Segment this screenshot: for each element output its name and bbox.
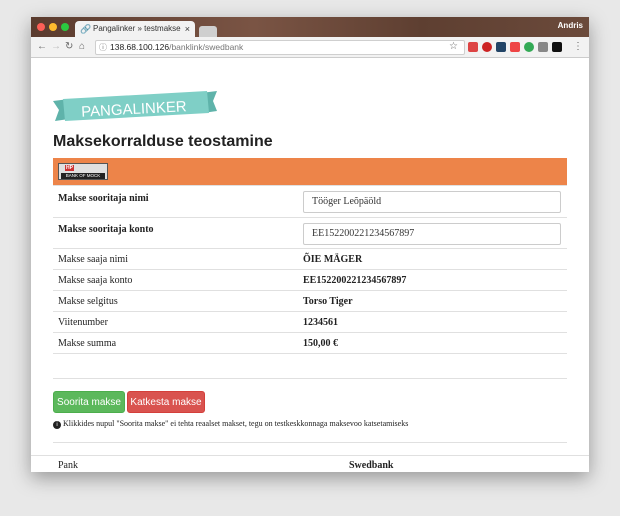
detail-value: 150,00 € (303, 338, 338, 349)
detail-row: Makse selgitus Torso Tiger (53, 290, 567, 311)
detail-row: Viitenumber 1234561 (53, 311, 567, 332)
tab-title: Pangalinker » testmakse (93, 24, 181, 33)
extension-green-icon[interactable] (524, 42, 534, 52)
maximize-window-button[interactable] (61, 23, 69, 31)
bank-value: Swedbank (349, 460, 394, 471)
detail-value: Torso Tiger (303, 296, 353, 307)
divider (53, 442, 567, 443)
reload-icon[interactable]: ↻ (65, 41, 73, 53)
browser-tab[interactable]: 🔗 Pangalinker » testmakse × (75, 21, 195, 37)
forward-arrow-icon[interactable]: → (51, 41, 61, 53)
payer-name-input[interactable]: Tööger Leõpäöld (303, 191, 561, 213)
bank-info-row: Pank Swedbank (31, 455, 589, 472)
payer-name-row: Makse sooritaja nimi Tööger Leõpäöld (53, 185, 567, 217)
info-circle-icon: i (53, 421, 61, 429)
info-icon[interactable]: ⓘ (99, 41, 107, 54)
detail-value: 1234561 (303, 317, 338, 328)
detail-label: Makse selgitus (58, 296, 118, 307)
extension-dark-icon[interactable] (552, 42, 562, 52)
home-icon[interactable]: ⌂ (79, 41, 85, 53)
url-host: 138.68.100.126 (110, 42, 170, 52)
browser-toolbar: ← → ↻ ⌂ ⓘ 138.68.100.126/banklink/swedba… (31, 37, 589, 58)
divider (53, 378, 567, 379)
minimize-window-button[interactable] (49, 23, 57, 31)
extension-ublock-icon[interactable] (482, 42, 492, 52)
bookmark-star-icon[interactable]: ☆ (449, 41, 458, 53)
profile-name[interactable]: Andris (558, 21, 583, 30)
detail-label: Viitenumber (58, 317, 108, 328)
cancel-payment-button[interactable]: Katkesta makse (127, 391, 205, 413)
pangalinker-logo: PANGALINKER (53, 91, 217, 121)
detail-row: Makse summa 150,00 € (53, 332, 567, 353)
bank-logo-top: HP (65, 165, 74, 171)
detail-value: EE152200221234567897 (303, 275, 407, 286)
close-tab-icon[interactable]: × (185, 21, 190, 37)
bank-logo: HP BANK OF MOCK (58, 163, 108, 180)
new-tab-button[interactable] (199, 26, 217, 37)
info-note: i Klikkides nupul "Soorita makse" ei teh… (53, 419, 408, 429)
close-window-button[interactable] (37, 23, 45, 31)
extension-tool-icon[interactable] (496, 42, 506, 52)
extension-shield-icon[interactable] (510, 42, 520, 52)
title-bar: 🔗 Pangalinker » testmakse × Andris (31, 17, 589, 37)
url-path: /banklink/swedbank (169, 42, 244, 52)
detail-label: Makse saaja konto (58, 275, 133, 286)
payer-account-row: Makse sooritaja konto EE1522002212345678… (53, 217, 567, 248)
submit-payment-button[interactable]: Soorita makse (53, 391, 125, 413)
extension-grey-icon[interactable] (538, 42, 548, 52)
divider (53, 353, 567, 354)
bank-header-bar: HP BANK OF MOCK (53, 158, 567, 185)
detail-row: Makse saaja nimi ÕIE MÄGER (53, 248, 567, 269)
detail-value: ÕIE MÄGER (303, 254, 363, 265)
bank-label: Pank (58, 460, 78, 471)
browser-window: 🔗 Pangalinker » testmakse × Andris ← → ↻… (31, 17, 589, 472)
back-arrow-icon[interactable]: ← (37, 41, 47, 53)
extension-gmail-icon[interactable] (468, 42, 478, 52)
payer-account-input[interactable]: EE152200221234567897 (303, 223, 561, 245)
payer-name-label: Makse sooritaja nimi (58, 193, 149, 204)
detail-row: Makse saaja konto EE152200221234567897 (53, 269, 567, 290)
detail-label: Makse saaja nimi (58, 254, 128, 265)
bank-logo-bottom: BANK OF MOCK (61, 173, 105, 179)
payer-account-label: Makse sooritaja konto (58, 224, 154, 235)
address-bar[interactable]: ⓘ 138.68.100.126/banklink/swedbank (95, 40, 465, 55)
link-icon: 🔗 (80, 24, 92, 34)
info-note-text: Klikkides nupul "Soorita makse" ei tehta… (63, 419, 409, 428)
page-content: PANGALINKER Maksekorralduse teostamine H… (31, 58, 589, 472)
page-title: Maksekorralduse teostamine (53, 133, 273, 150)
detail-label: Makse summa (58, 338, 117, 349)
more-menu-icon[interactable]: ⋮ (573, 41, 583, 53)
